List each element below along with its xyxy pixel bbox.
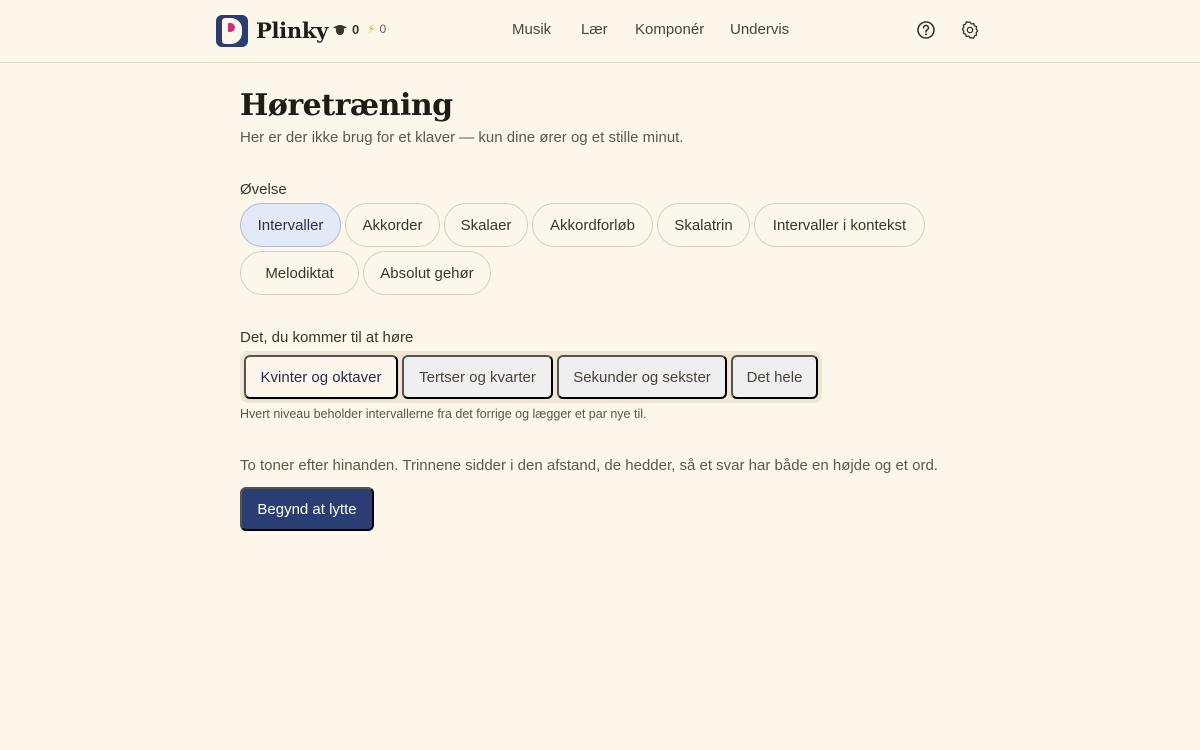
streak-counter: ⚡ 0 <box>367 22 386 36</box>
exercise-option-akkorder[interactable]: Akkorder <box>345 203 440 247</box>
exercise-description: To toner efter hinanden. Trinnene sidder… <box>240 457 938 474</box>
top-navigation-bar: Plinky 0 ⚡ 0 Musik Lær Komponér Undervis <box>0 0 1200 63</box>
nav-link-undervis[interactable]: Undervis <box>730 21 789 38</box>
nav-link-laer[interactable]: Lær <box>581 21 608 38</box>
level-hint: Hvert niveau beholder intervallerne fra … <box>240 407 647 421</box>
exercise-option-intervaller-i-kontekst[interactable]: Intervaller i kontekst <box>754 203 925 247</box>
help-icon <box>917 21 935 39</box>
level-segmented-control: Kvinter og oktaver Tertser og kvarter Se… <box>240 351 822 403</box>
nav-link-musik[interactable]: Musik <box>512 21 551 38</box>
lightning-icon: ⚡ <box>367 22 376 36</box>
xp-counter: 0 <box>332 22 359 37</box>
exercise-option-melodiktat[interactable]: Melodiktat <box>240 251 359 295</box>
level-label: Det, du kommer til at høre <box>240 329 414 346</box>
xp-count: 0 <box>352 22 360 37</box>
page-title: Høretræning <box>240 88 453 123</box>
exercise-option-skalatrin[interactable]: Skalatrin <box>657 203 750 247</box>
level-option-det-hele[interactable]: Det hele <box>731 355 818 399</box>
exercise-label: Øvelse <box>240 181 287 198</box>
brand-name[interactable]: Plinky <box>256 18 328 43</box>
logo-p-mark <box>222 18 242 44</box>
streak-count: 0 <box>379 22 387 36</box>
plinky-logo[interactable] <box>216 15 248 47</box>
graduation-cap-icon <box>332 24 348 36</box>
exercise-option-akkordforloeb[interactable]: Akkordforløb <box>532 203 653 247</box>
settings-button[interactable] <box>960 20 980 40</box>
page-subtitle: Her er der ikke brug for et klaver — kun… <box>240 129 684 146</box>
start-listening-button[interactable]: Begynd at lytte <box>240 487 374 531</box>
settings-icon <box>961 21 979 39</box>
exercise-option-intervaller[interactable]: Intervaller <box>240 203 341 247</box>
level-option-sekunder-og-sekster[interactable]: Sekunder og sekster <box>557 355 727 399</box>
nav-link-komponer[interactable]: Komponér <box>635 21 704 38</box>
help-button[interactable] <box>916 20 936 40</box>
level-option-tertser-og-kvarter[interactable]: Tertser og kvarter <box>402 355 553 399</box>
level-option-kvinter-og-oktaver[interactable]: Kvinter og oktaver <box>244 355 398 399</box>
exercise-option-absolut-gehoer[interactable]: Absolut gehør <box>363 251 491 295</box>
exercise-option-skalaer[interactable]: Skalaer <box>444 203 528 247</box>
